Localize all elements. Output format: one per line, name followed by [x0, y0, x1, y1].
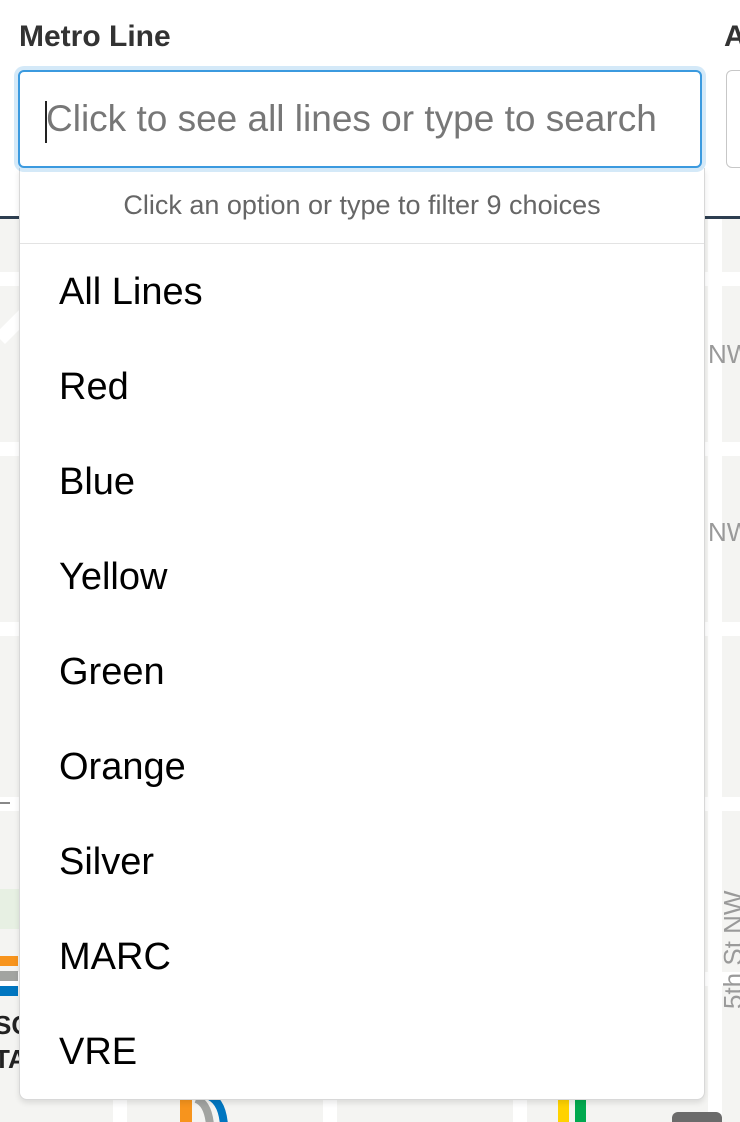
- option-all-lines[interactable]: All Lines: [20, 244, 704, 340]
- option-vre[interactable]: VRE: [20, 1005, 704, 1100]
- metro-line-search-input[interactable]: [20, 72, 700, 166]
- map-street-label: NW: [708, 517, 740, 547]
- option-red[interactable]: Red: [20, 340, 704, 435]
- second-filter-input[interactable]: [726, 70, 740, 168]
- option-silver[interactable]: Silver: [20, 815, 704, 910]
- metro-line-options: All Lines Red Blue Yellow Green Orange S…: [20, 244, 704, 1100]
- page: NW NW 5th St NW SC TA Metro Line A Click…: [0, 0, 740, 1122]
- option-yellow[interactable]: Yellow: [20, 530, 704, 625]
- metro-line-combobox[interactable]: [18, 70, 702, 168]
- map-control-button[interactable]: [672, 1112, 722, 1122]
- dropdown-hint: Click an option or type to filter 9 choi…: [20, 168, 704, 244]
- map-street-label: 5th St NW: [718, 890, 740, 1009]
- metro-line-label: Metro Line: [19, 20, 171, 53]
- option-blue[interactable]: Blue: [20, 435, 704, 530]
- second-filter-label: A: [724, 20, 740, 53]
- metro-line-dropdown: Click an option or type to filter 9 choi…: [19, 168, 705, 1100]
- option-orange[interactable]: Orange: [20, 720, 704, 815]
- map-street-label: NW: [708, 339, 740, 369]
- option-green[interactable]: Green: [20, 625, 704, 720]
- option-marc[interactable]: MARC: [20, 910, 704, 1005]
